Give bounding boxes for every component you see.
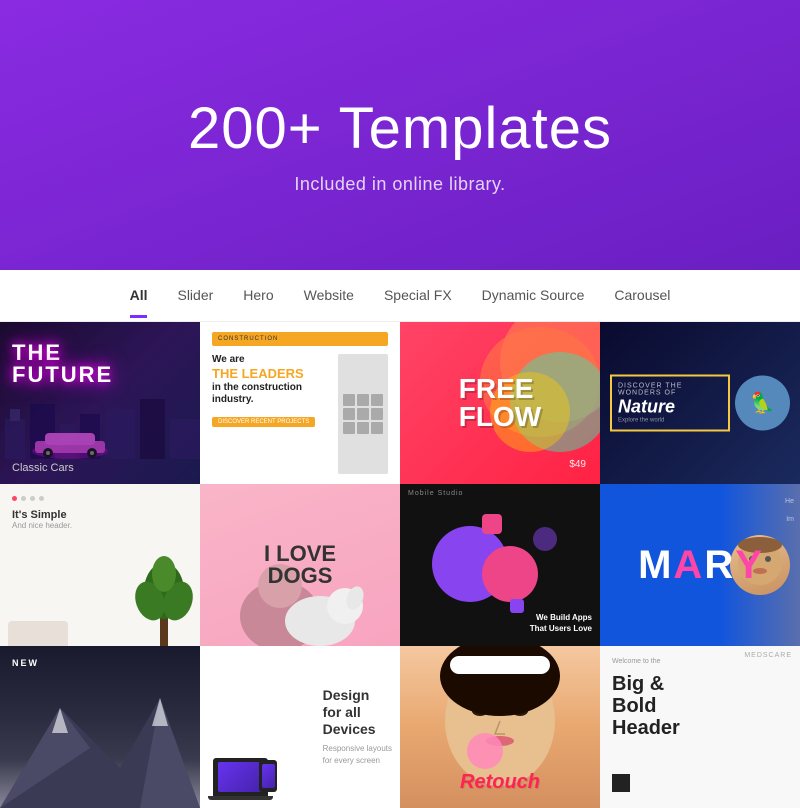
template-card-big-bold[interactable]: Welcome to the Big &BoldHeader MEDSCARE <box>600 646 800 808</box>
mary-text-overlay: HeIm <box>785 490 794 526</box>
filter-tab-slider[interactable]: Slider <box>177 273 213 318</box>
mary-overlay-text: HeIm <box>785 498 794 523</box>
mary-letters: M A R Y <box>638 545 762 585</box>
phone-device <box>255 760 277 796</box>
table-shape <box>8 621 68 646</box>
hero-subtitle: Included in online library. <box>294 174 505 195</box>
filter-tab-hero[interactable]: Hero <box>243 273 273 318</box>
free-flow-text: FREEFLOW <box>459 375 541 431</box>
mobile-content: We Build AppsThat Users Love <box>400 484 600 646</box>
template-card-classic-cars[interactable]: THEFUTURE Classic Cars <box>0 322 200 484</box>
classic-cars-label: Classic Cars <box>12 462 74 474</box>
dogs-title: I LOVEDOGS <box>264 543 336 587</box>
filter-tab-carousel[interactable]: Carousel <box>614 273 670 318</box>
laptop-base <box>208 796 273 800</box>
medscare-label: MEDSCARE <box>744 652 792 659</box>
mary-letter-m: M <box>638 545 671 585</box>
nature-title: Nature <box>618 397 722 418</box>
filter-tab-website[interactable]: Website <box>304 273 354 318</box>
template-card-construction[interactable]: CONSTRUCTION We areTHE LEADERSin the con… <box>200 322 400 484</box>
hero-title: 200+ Templates <box>188 95 612 162</box>
mountain-svg <box>0 688 200 808</box>
filter-bar: All Slider Hero Website Special FX Dynam… <box>0 270 800 322</box>
free-flow-price: $49 <box>569 459 586 470</box>
plant-svg <box>130 536 200 646</box>
filter-tab-dynamic-source[interactable]: Dynamic Source <box>482 273 585 318</box>
filter-tab-all[interactable]: All <box>130 273 148 318</box>
retouch-text: Retouch <box>460 771 540 794</box>
template-card-simple[interactable]: It's Simple And nice header. <box>0 484 200 646</box>
mary-letter-a: A <box>673 545 702 585</box>
nature-box: Discover the Wonders of Nature Explore t… <box>610 375 730 432</box>
template-card-dogs[interactable]: I LOVEDOGS <box>200 484 400 646</box>
nature-sub: Explore the world <box>618 418 722 424</box>
template-grid: THEFUTURE Classic Cars CONSTRUCTION <box>0 322 800 484</box>
devices-design: Designfor allDevices <box>323 687 392 737</box>
template-card-devices[interactable]: Designfor allDevices Responsive layoutsf… <box>200 646 400 808</box>
devices-sub: Responsive layoutsfor every screen <box>323 743 392 767</box>
neon-text: THEFUTURE <box>12 342 113 386</box>
template-card-free-flow[interactable]: FREEFLOW $49 <box>400 322 600 484</box>
template-card-retouch[interactable]: Retouch <box>400 646 600 808</box>
mary-letter-r: R <box>704 545 733 585</box>
template-card-mountain[interactable]: NEW <box>0 646 200 808</box>
big-bold-square <box>612 774 630 792</box>
nature-bird: 🦜 <box>735 376 790 431</box>
phone-shape <box>259 760 277 792</box>
mobile-we-build: We Build AppsThat Users Love <box>530 613 592 634</box>
template-card-mary[interactable]: M A R Y HeIm <box>600 484 800 646</box>
template-grid-row3: NEW Designfor allDevices Responsi <box>0 646 800 808</box>
filter-tab-special-fx[interactable]: Special FX <box>384 273 452 318</box>
devices-text: Designfor allDevices Responsive layoutsf… <box>323 687 392 767</box>
template-card-mobile-studio[interactable]: Mobile Studio We Build AppsThat Users Lo… <box>400 484 600 646</box>
template-card-nature[interactable]: Discover the Wonders of Nature Explore t… <box>600 322 800 484</box>
city-svg <box>0 389 200 459</box>
mobile-text-area: We Build AppsThat Users Love <box>530 613 592 634</box>
nature-discover: Discover the Wonders of <box>618 383 722 397</box>
template-grid-row2: It's Simple And nice header. I LOVEDOGS <box>0 484 800 646</box>
hero-section: 200+ Templates Included in online librar… <box>0 0 800 270</box>
mary-letter-y: Y <box>735 545 762 585</box>
phone-screen <box>262 764 275 788</box>
